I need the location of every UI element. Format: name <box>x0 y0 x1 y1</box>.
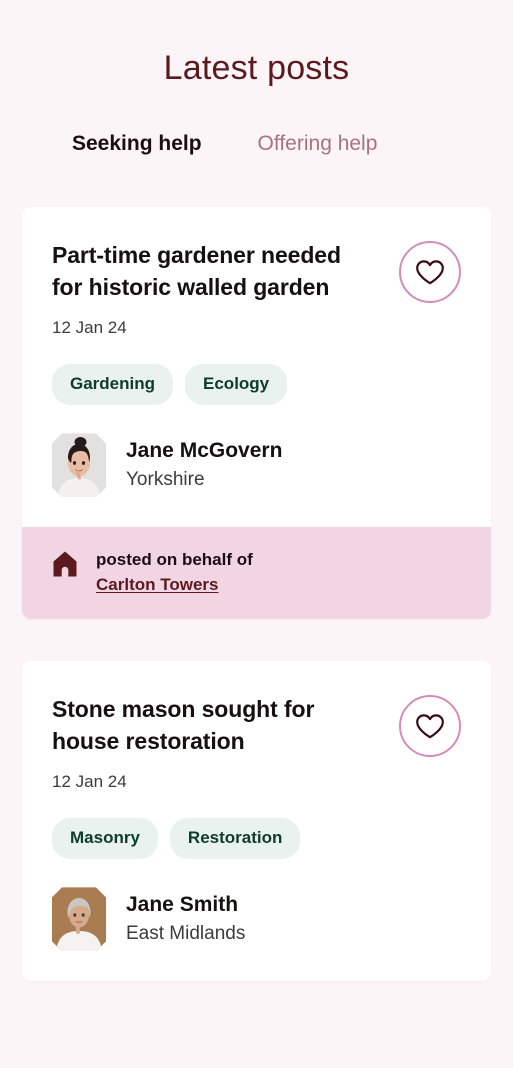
avatar-photo-jane-mcgovern <box>52 433 106 497</box>
post-title: Part-time gardener needed for historic w… <box>52 242 341 301</box>
post-date: 12 Jan 24 <box>52 772 127 792</box>
author-location: East Midlands <box>126 923 246 945</box>
house-icon <box>50 549 80 579</box>
post-card-header: Part-time gardener needed for historic w… <box>52 239 463 304</box>
post-date: 12 Jan 24 <box>52 318 127 338</box>
post-author[interactable]: Jane Smith East Midlands <box>52 887 463 981</box>
post-list: Part-time gardener needed for historic w… <box>0 207 513 982</box>
tag-list: Gardening Ecology <box>52 364 463 406</box>
avatar-photo-jane-smith <box>52 887 106 951</box>
behalf-text: posted on behalf of Carlton Towers <box>96 547 253 597</box>
post-card[interactable]: Stone mason sought for house restoration… <box>22 661 491 982</box>
author-location: Yorkshire <box>126 469 205 491</box>
favourite-button[interactable] <box>399 241 461 304</box>
avatar <box>52 887 106 951</box>
heart-outline-icon <box>415 259 445 286</box>
avatar <box>52 433 106 497</box>
behalf-prefix: posted on behalf of <box>96 550 253 570</box>
posted-on-behalf-banner: posted on behalf of Carlton Towers <box>22 527 491 620</box>
author-meta: Jane Smith East Midlands <box>126 892 245 946</box>
post-card-body: Part-time gardener needed for historic w… <box>22 207 491 527</box>
post-author[interactable]: Jane McGovern Yorkshire <box>52 433 463 527</box>
post-card-body: Stone mason sought for house restoration… <box>22 661 491 981</box>
tab-bar: Seeking help Offering help <box>0 131 513 171</box>
tab-seeking-help[interactable]: Seeking help <box>72 131 240 171</box>
tag-chip[interactable]: Gardening <box>52 364 174 406</box>
tab-offering-help[interactable]: Offering help <box>240 131 378 171</box>
behalf-organisation-link[interactable]: Carlton Towers <box>96 572 253 597</box>
post-card-header: Stone mason sought for house restoration <box>52 693 463 758</box>
post-title: Stone mason sought for house restoration <box>52 696 315 755</box>
tag-chip[interactable]: Restoration <box>169 818 301 860</box>
author-meta: Jane McGovern Yorkshire <box>126 438 282 492</box>
author-name: Jane Smith <box>126 893 239 917</box>
post-card[interactable]: Part-time gardener needed for historic w… <box>22 207 491 620</box>
favourite-button[interactable] <box>399 695 461 758</box>
page-title: Latest posts <box>163 49 350 87</box>
heart-outline-icon <box>415 713 445 740</box>
latest-posts-screen: Latest posts Seeking help Offering help … <box>0 0 513 1068</box>
tag-list: Masonry Restoration <box>52 818 463 860</box>
tag-chip[interactable]: Ecology <box>185 364 288 406</box>
tag-chip[interactable]: Masonry <box>52 818 158 860</box>
author-name: Jane McGovern <box>126 439 283 463</box>
